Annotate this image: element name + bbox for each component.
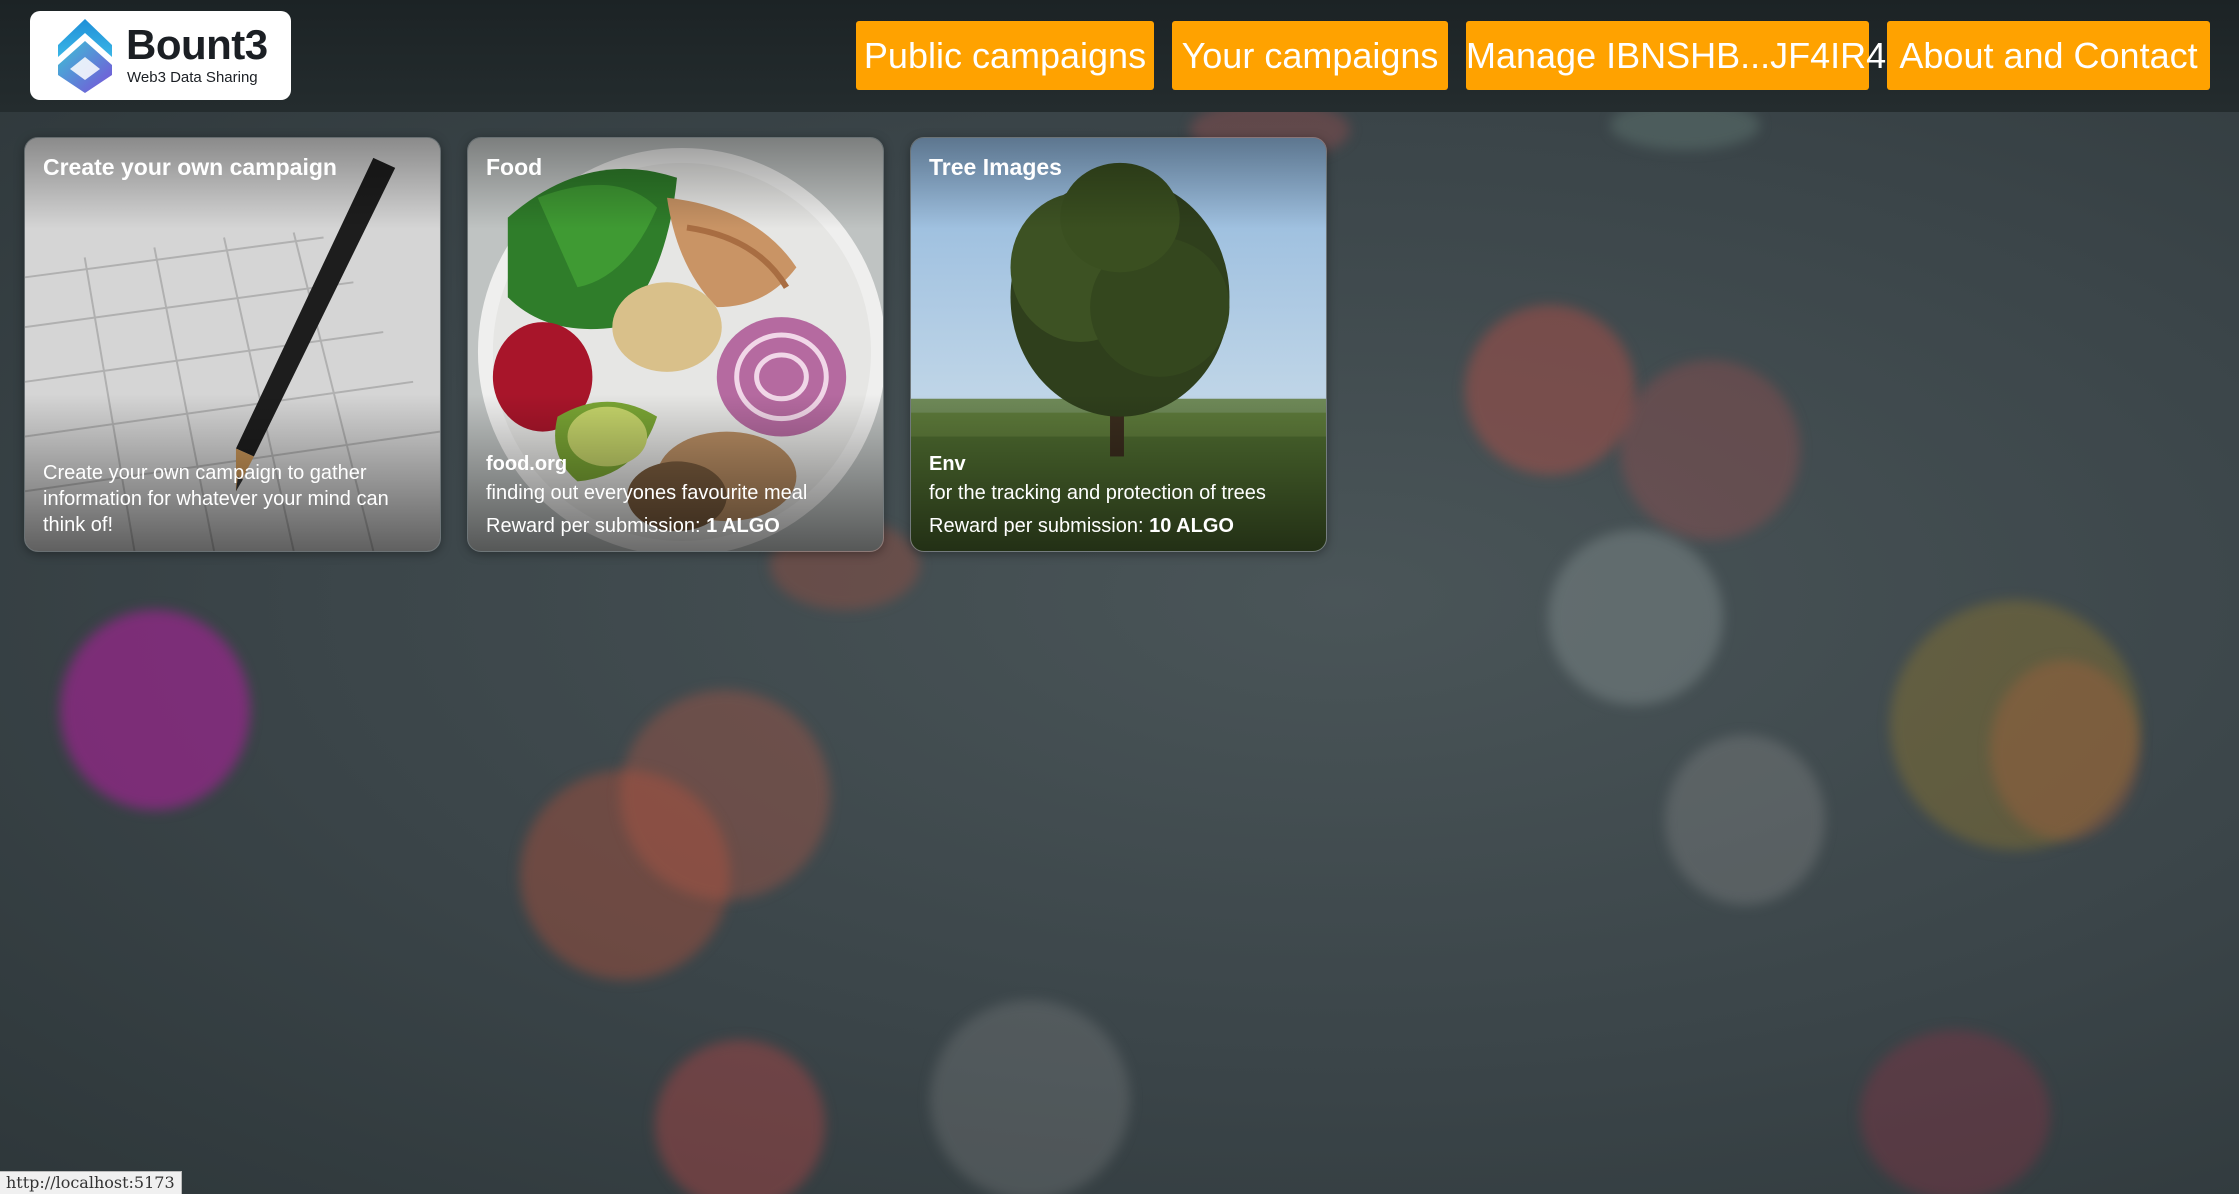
- card-reward: Reward per submission: 1 ALGO: [486, 515, 780, 538]
- card-title: Tree Images: [929, 154, 1062, 180]
- logo-title: Bount3: [126, 21, 268, 68]
- bokeh-light: [1548, 530, 1723, 705]
- logo-subtitle: Web3 Data Sharing: [127, 69, 258, 86]
- bokeh-light: [1990, 660, 2140, 840]
- reward-label: Reward per submission:: [486, 515, 707, 537]
- card-title: Create your own campaign: [43, 154, 337, 180]
- reward-label: Reward per submission:: [929, 515, 1150, 537]
- tree-images-campaign-card[interactable]: Tree Images Env for the tracking and pro…: [910, 137, 1327, 552]
- card-description: for the tracking and protection of trees: [929, 482, 1266, 504]
- manage-account-button[interactable]: Manage IBNSHB...JF4IR4: [1466, 21, 1886, 90]
- food-campaign-card[interactable]: Food food.org finding out everyones favo…: [467, 137, 884, 552]
- top-navigation-bar: Bount3 Web3 Data Sharing Public campaign…: [0, 0, 2239, 112]
- create-campaign-card[interactable]: Create your own campaign Create your own…: [24, 137, 441, 552]
- bount3-logo-icon: [58, 19, 112, 93]
- reward-value: 1 ALGO: [706, 515, 780, 537]
- bokeh-light: [1860, 1030, 2050, 1194]
- reward-value: 10 ALGO: [1149, 515, 1234, 537]
- public-campaigns-button[interactable]: Public campaigns: [856, 21, 1154, 90]
- bokeh-light: [1665, 735, 1825, 905]
- bokeh-light: [655, 1040, 825, 1194]
- card-description: Create your own campaign to gather infor…: [43, 462, 389, 536]
- bokeh-light: [1465, 305, 1635, 475]
- bokeh-light: [620, 690, 830, 900]
- about-contact-button[interactable]: About and Contact: [1887, 21, 2210, 90]
- card-reward: Reward per submission: 10 ALGO: [929, 515, 1234, 538]
- bokeh-light: [60, 610, 250, 810]
- app-logo[interactable]: Bount3 Web3 Data Sharing: [30, 11, 291, 100]
- your-campaigns-button[interactable]: Your campaigns: [1172, 21, 1448, 90]
- bokeh-light: [1620, 360, 1800, 540]
- browser-status-url: http://localhost:5173: [0, 1171, 182, 1194]
- card-organization: Env: [929, 453, 966, 475]
- card-title: Food: [486, 154, 543, 180]
- bokeh-light: [930, 1000, 1130, 1194]
- card-description: finding out everyones favourite meal: [486, 482, 808, 504]
- card-organization: food.org: [486, 453, 568, 475]
